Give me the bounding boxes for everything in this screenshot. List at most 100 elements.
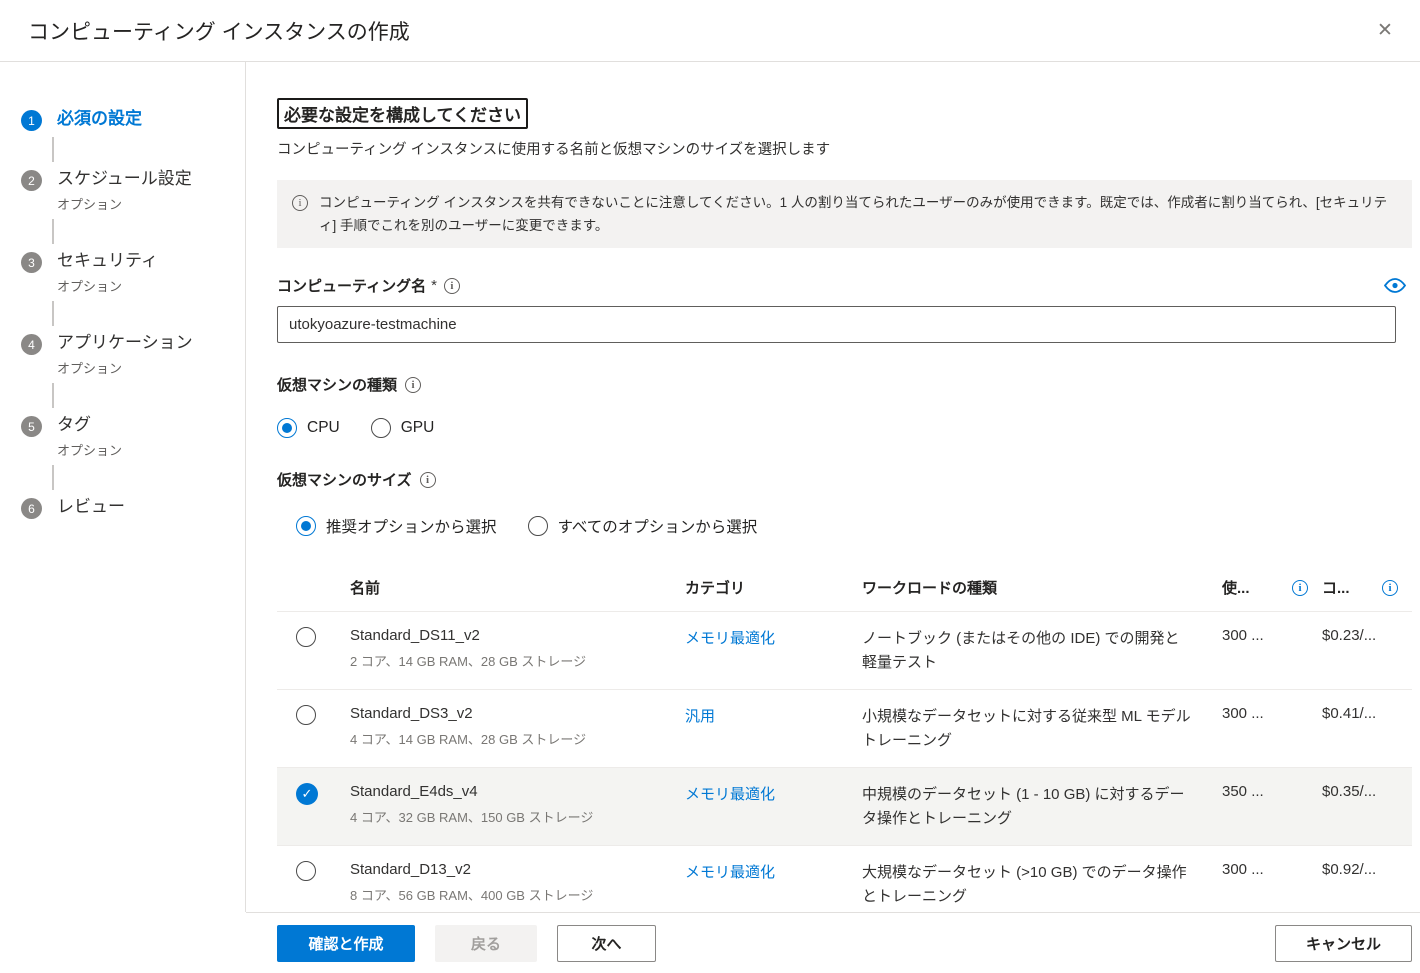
step-optional-label: オプション <box>57 440 122 459</box>
step-security[interactable]: 3 セキュリティ オプション <box>21 250 245 295</box>
table-row[interactable]: Standard_DS3_v2 4 コア、14 GB RAM、28 GB ストレ… <box>277 689 1412 767</box>
step-label: アプリケーション <box>57 332 193 354</box>
info-icon[interactable]: i <box>444 278 460 294</box>
radio-icon <box>371 418 391 438</box>
radio-label: すべてのオプションから選択 <box>558 515 758 537</box>
back-button[interactable]: 戻る <box>435 925 537 962</box>
step-tags[interactable]: 5 タグ オプション <box>21 414 245 459</box>
cancel-button[interactable]: キャンセル <box>1275 925 1412 962</box>
vm-category-link[interactable]: メモリ最適化 <box>685 783 862 804</box>
wizard-steps-nav: 1 必須の設定 2 スケジュール設定 オプション 3 セキュリティ オプション … <box>0 62 246 912</box>
main-panel: 必要な設定を構成してください コンピューティング インスタンスに使用する名前と仮… <box>246 62 1420 912</box>
vm-type-gpu-radio[interactable]: GPU <box>371 418 435 438</box>
radio-label: 推奨オプションから選択 <box>326 515 497 537</box>
radio-label: CPU <box>307 419 340 437</box>
eye-icon[interactable] <box>1384 278 1406 293</box>
vm-size-all-options-radio[interactable]: すべてのオプションから選択 <box>528 515 758 537</box>
vm-quota: 300 ... <box>1222 705 1322 722</box>
info-icon[interactable]: i <box>420 472 436 488</box>
info-icon[interactable]: i <box>405 377 421 393</box>
vm-cost: $0.41/... <box>1322 705 1412 722</box>
step-number-badge: 4 <box>21 334 42 355</box>
step-review[interactable]: 6 レビュー <box>21 496 245 519</box>
close-icon[interactable]: ✕ <box>1368 14 1402 48</box>
vm-name: Standard_E4ds_v4 <box>350 783 685 800</box>
step-required-settings[interactable]: 1 必須の設定 <box>21 108 245 131</box>
selected-check-icon[interactable]: ✓ <box>296 783 318 805</box>
vm-workload: 小規模なデータセットに対する従来型 ML モデル トレーニング <box>862 705 1222 753</box>
dialog-title: コンピューティング インスタンスの作成 <box>28 16 410 46</box>
info-icon[interactable]: i <box>1382 580 1398 596</box>
table-row[interactable]: Standard_D13_v2 8 コア、56 GB RAM、400 GB スト… <box>277 845 1412 912</box>
step-connector <box>52 383 54 408</box>
vm-category-link[interactable]: 汎用 <box>685 705 862 726</box>
step-connector <box>52 465 54 490</box>
vm-spec: 2 コア、14 GB RAM、28 GB ストレージ <box>350 651 685 670</box>
step-optional-label: オプション <box>57 276 158 295</box>
step-number-badge: 6 <box>21 498 42 519</box>
vm-type-label: 仮想マシンの種類 <box>277 374 397 395</box>
step-number-badge: 5 <box>21 416 42 437</box>
vm-workload: 中規模のデータセット (1 - 10 GB) に対するデータ操作とトレーニング <box>862 783 1222 831</box>
row-radio-icon[interactable] <box>296 705 316 725</box>
step-number-badge: 3 <box>21 252 42 273</box>
step-optional-label: オプション <box>57 358 193 377</box>
step-number-badge: 2 <box>21 170 42 191</box>
vm-workload: ノートブック (またはその他の IDE) での開発と軽量テスト <box>862 627 1222 675</box>
step-schedule[interactable]: 2 スケジュール設定 オプション <box>21 168 245 213</box>
table-header-row: 名前 カテゴリ ワークロードの種類 使... i コ... i <box>277 563 1412 611</box>
vm-spec: 4 コア、14 GB RAM、28 GB ストレージ <box>350 729 685 748</box>
vm-size-label: 仮想マシンのサイズ <box>277 469 412 490</box>
compute-name-label: コンピューティング名 <box>277 275 426 296</box>
column-header-category[interactable]: カテゴリ <box>685 577 862 598</box>
vm-name: Standard_DS3_v2 <box>350 705 685 722</box>
dialog-footer: 確認と作成 戻る 次へ キャンセル <box>246 912 1420 973</box>
column-header-name[interactable]: 名前 <box>350 577 685 598</box>
vm-spec: 4 コア、32 GB RAM、150 GB ストレージ <box>350 807 685 826</box>
column-header-quota[interactable]: 使... <box>1222 577 1250 598</box>
vm-name: Standard_DS11_v2 <box>350 627 685 644</box>
page-subtitle: コンピューティング インスタンスに使用する名前と仮想マシンのサイズを選択します <box>277 138 1412 159</box>
vm-category-link[interactable]: メモリ最適化 <box>685 627 862 648</box>
step-label: レビュー <box>57 496 125 518</box>
row-radio-icon[interactable] <box>296 861 316 881</box>
table-row[interactable]: Standard_DS11_v2 2 コア、14 GB RAM、28 GB スト… <box>277 611 1412 689</box>
step-label: 必須の設定 <box>57 108 142 130</box>
page-title: 必要な設定を構成してください <box>277 98 528 129</box>
vm-quota: 300 ... <box>1222 861 1322 878</box>
vm-size-recommended-radio[interactable]: 推奨オプションから選択 <box>296 515 497 537</box>
info-icon: i <box>292 195 308 211</box>
vm-name: Standard_D13_v2 <box>350 861 685 878</box>
radio-icon <box>296 516 316 536</box>
column-header-cost[interactable]: コ... <box>1322 577 1350 598</box>
info-icon[interactable]: i <box>1292 580 1308 596</box>
step-optional-label: オプション <box>57 194 192 213</box>
info-banner-text: コンピューティング インスタンスを共有できないことに注意してください。1 人の割… <box>319 191 1397 237</box>
info-banner: i コンピューティング インスタンスを共有できないことに注意してください。1 人… <box>277 180 1412 248</box>
vm-quota: 300 ... <box>1222 627 1322 644</box>
step-applications[interactable]: 4 アプリケーション オプション <box>21 332 245 377</box>
vm-cost: $0.23/... <box>1322 627 1412 644</box>
vm-size-table: 名前 カテゴリ ワークロードの種類 使... i コ... i Standard… <box>277 563 1412 912</box>
vm-type-cpu-radio[interactable]: CPU <box>277 418 340 438</box>
dialog-header: コンピューティング インスタンスの作成 ✕ <box>0 0 1420 62</box>
step-label: タグ <box>57 414 122 436</box>
step-label: スケジュール設定 <box>57 168 192 190</box>
radio-label: GPU <box>401 419 435 437</box>
vm-category-link[interactable]: メモリ最適化 <box>685 861 862 882</box>
step-number-badge: 1 <box>21 110 42 131</box>
row-radio-icon[interactable] <box>296 627 316 647</box>
table-row-selected[interactable]: ✓ Standard_E4ds_v4 4 コア、32 GB RAM、150 GB… <box>277 767 1412 845</box>
step-label: セキュリティ <box>57 250 158 272</box>
column-header-workload[interactable]: ワークロードの種類 <box>862 577 1222 598</box>
vm-quota: 350 ... <box>1222 783 1322 800</box>
step-connector <box>52 137 54 162</box>
step-connector <box>52 219 54 244</box>
required-mark: * <box>431 277 437 294</box>
vm-spec: 8 コア、56 GB RAM、400 GB ストレージ <box>350 885 685 904</box>
create-button[interactable]: 確認と作成 <box>277 925 415 962</box>
radio-icon <box>528 516 548 536</box>
compute-name-input[interactable] <box>277 306 1396 343</box>
next-button[interactable]: 次へ <box>557 925 656 962</box>
radio-icon <box>277 418 297 438</box>
